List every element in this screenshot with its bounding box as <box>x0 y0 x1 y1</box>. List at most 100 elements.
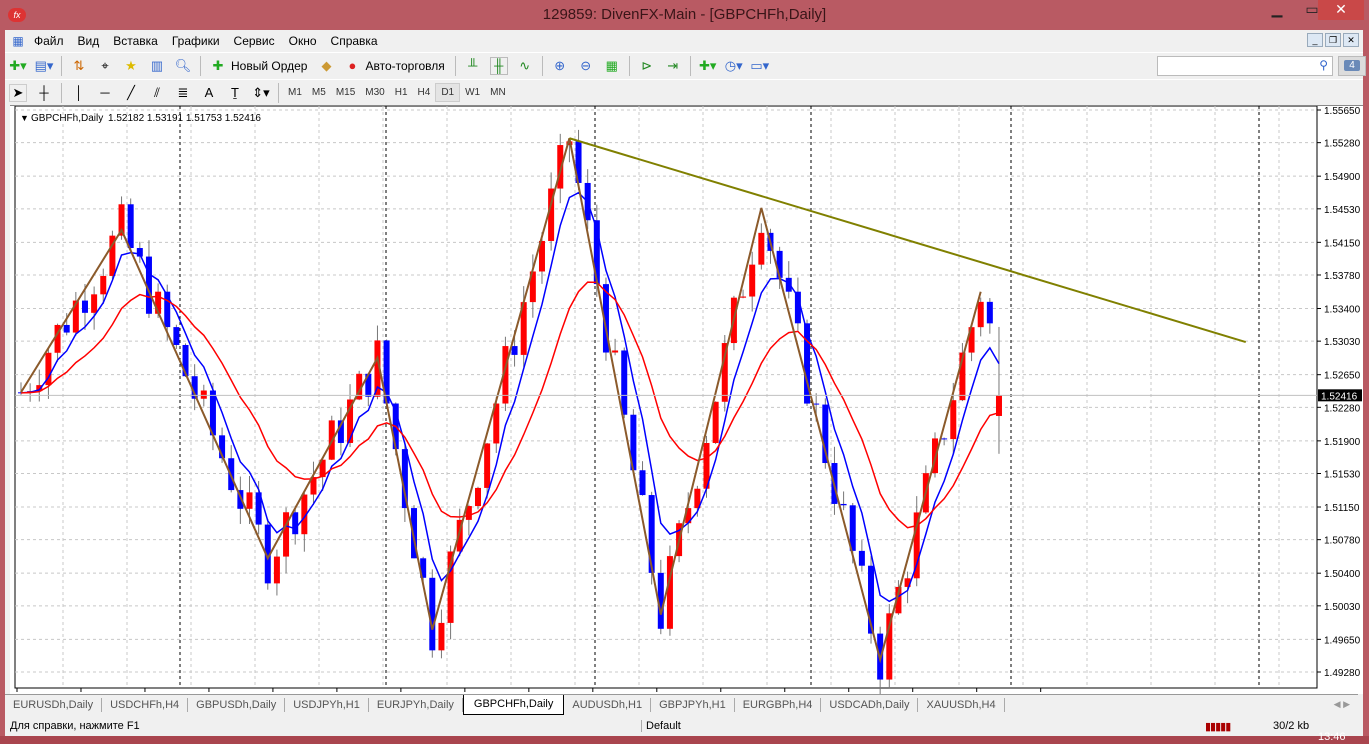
price-tick-label: 1.50400 <box>1324 569 1361 580</box>
candlestick-icon[interactable]: ╫ <box>489 56 508 75</box>
menu-tools[interactable]: Сервис <box>227 34 282 48</box>
menu-bar: ▦ Файл Вид Вставка Графики Сервис Окно С… <box>5 30 1363 52</box>
timeframe-m15[interactable]: M15 <box>331 84 360 101</box>
menu-view[interactable]: Вид <box>71 34 107 48</box>
chart-tab[interactable]: GBPUSDh,Daily <box>188 697 286 712</box>
new-chart-icon[interactable]: ✚▾ <box>9 57 27 75</box>
chart-tab[interactable]: USDCHFh,H4 <box>102 697 189 712</box>
equidistant-channel-icon[interactable]: ⫽ <box>148 84 166 102</box>
line-chart-icon[interactable]: ∿ <box>516 57 534 75</box>
timeframe-h4[interactable]: H4 <box>413 84 436 101</box>
search-icon[interactable]: ⚲ <box>1319 58 1328 72</box>
chart-tab[interactable]: EURGBPh,H4 <box>735 697 822 712</box>
timeframe-m5[interactable]: M5 <box>307 84 331 101</box>
candle-up <box>758 232 765 265</box>
chart-tab[interactable]: EURJPYh,Daily <box>369 697 463 712</box>
price-chart[interactable]: 1.55650 1.55280 1.54900 1.54530 1.54150 1.537… <box>10 105 1363 705</box>
text-label-icon[interactable]: Ṯ <box>226 84 244 102</box>
menu-help[interactable]: Справка <box>324 34 385 48</box>
autoscroll-icon[interactable]: ⇥ <box>664 57 682 75</box>
timeframe-m30[interactable]: M30 <box>360 84 389 101</box>
chart-tabs: EURUSDh,Daily USDCHFh,H4 GBPUSDh,Daily USDJ… <box>5 694 1358 715</box>
price-tick-label: 1.55650 <box>1324 106 1361 117</box>
chart-tab[interactable]: AUDUSDh,H1 <box>564 697 652 712</box>
chart-tab[interactable]: GBPCHFh,Daily <box>462 694 565 715</box>
close-button[interactable]: ✕ <box>1318 0 1364 20</box>
chart-tab[interactable]: EURUSDh,Daily <box>5 697 103 712</box>
mdi-restore-button[interactable]: ❐ <box>1325 33 1341 47</box>
auto-trading-button[interactable]: Авто-торговля <box>365 59 444 73</box>
trendline-icon[interactable]: ╱ <box>122 84 140 102</box>
candle-down <box>292 512 299 535</box>
strategy-tester-icon[interactable]: 🔍︎ <box>174 57 192 75</box>
candle-down <box>840 503 847 506</box>
candle-up <box>612 350 619 353</box>
chart-shift-icon[interactable]: ⊳ <box>638 57 656 75</box>
zoom-out-icon[interactable]: ⊖ <box>577 57 595 75</box>
price-tick-label: 1.51900 <box>1324 437 1361 448</box>
price-tick-label: 1.53030 <box>1324 337 1361 348</box>
text-icon[interactable]: A <box>200 84 218 102</box>
chart-window[interactable]: 1.55650 1.55280 1.54900 1.54530 1.54150 1.537… <box>10 105 1363 705</box>
arrows-icon[interactable]: ⇕▾ <box>252 84 270 102</box>
search-input[interactable]: ⚲ <box>1157 56 1333 76</box>
mdi-close-button[interactable]: ✕ <box>1343 33 1359 47</box>
terminal-icon[interactable]: ▥ <box>148 57 166 75</box>
zoom-in-icon[interactable]: ⊕ <box>551 57 569 75</box>
bar-chart-icon[interactable]: ╨ <box>464 57 482 75</box>
taskbar: 13:46 <box>0 731 1369 744</box>
horizontal-line-icon[interactable]: ─ <box>96 84 114 102</box>
candle-up <box>200 390 207 399</box>
cursor-icon[interactable]: ➤ <box>9 83 27 102</box>
chat-button[interactable]: 4 <box>1338 56 1366 76</box>
timeframe-h1[interactable]: H1 <box>390 84 413 101</box>
market-watch-icon[interactable]: ⇅ <box>70 57 88 75</box>
fibonacci-icon[interactable]: ≣ <box>174 84 192 102</box>
collapse-arrow-icon: ▼ <box>20 113 29 123</box>
candle-down <box>941 438 948 440</box>
indicators-icon[interactable]: ✚▾ <box>699 57 717 75</box>
mdi-minimize-button[interactable]: _ <box>1307 33 1323 47</box>
chart-tab[interactable]: USDJPYh,H1 <box>285 697 369 712</box>
profiles-icon[interactable]: ▤▾ <box>35 57 54 75</box>
separator <box>689 55 691 76</box>
candle-up <box>977 301 984 328</box>
crosshair-icon[interactable]: ┼ <box>35 84 53 102</box>
navigator-icon[interactable]: ★ <box>122 57 140 75</box>
chart-tab[interactable]: XAUUSDh,H4 <box>918 697 1005 712</box>
tab-scroll-arrows[interactable]: ◀ ▶ <box>1334 699 1350 710</box>
vertical-line-icon[interactable]: │ <box>70 84 88 102</box>
candle-up <box>475 487 481 507</box>
timeframe-w1[interactable]: W1 <box>460 84 485 101</box>
tile-windows-icon[interactable]: ▦ <box>603 57 621 75</box>
chart-window-icon[interactable]: ▦ <box>9 32 27 50</box>
chart-ohlc-label: 1.52182 1.53191 1.51753 1.52416 <box>108 113 261 124</box>
menu-charts[interactable]: Графики <box>165 34 227 48</box>
chart-tab[interactable]: GBPJPYh,H1 <box>651 697 735 712</box>
candle-down <box>63 324 70 333</box>
new-order-button[interactable]: Новый Ордер <box>231 59 307 73</box>
menu-file[interactable]: Файл <box>27 34 71 48</box>
timeframe-mn[interactable]: MN <box>485 84 511 101</box>
timeframe-m1[interactable]: M1 <box>283 84 307 101</box>
menu-window[interactable]: Окно <box>282 34 324 48</box>
metaeditor-icon[interactable]: ◆ <box>317 57 335 75</box>
separator <box>628 55 630 76</box>
separator <box>541 55 543 76</box>
new-order-icon[interactable]: ✚ <box>209 57 227 75</box>
menu-insert[interactable]: Вставка <box>106 34 165 48</box>
price-tick-label: 1.54530 <box>1324 205 1361 216</box>
data-window-icon[interactable]: ⌖ <box>96 57 114 75</box>
candle-down <box>81 300 88 313</box>
candle-down <box>429 577 436 651</box>
templates-icon[interactable]: ▭▾ <box>750 57 769 75</box>
drawing-toolbar: ➤ ┼ │ ─ ╱ ⫽ ≣ A Ṯ ⇕▾ M1 M5 M15 M30 H1 H4… <box>5 79 1363 105</box>
chart-tab[interactable]: USDCADh,Daily <box>821 697 919 712</box>
main-window: ▦ Файл Вид Вставка Графики Сервис Окно С… <box>5 30 1366 736</box>
price-tick-label: 1.54900 <box>1324 172 1361 183</box>
price-tick-label: 1.51150 <box>1324 503 1360 514</box>
timeframe-d1[interactable]: D1 <box>435 83 461 102</box>
periods-icon[interactable]: ◷▾ <box>725 57 743 75</box>
candle-up <box>246 492 253 509</box>
auto-trading-icon[interactable]: ● <box>343 57 361 75</box>
